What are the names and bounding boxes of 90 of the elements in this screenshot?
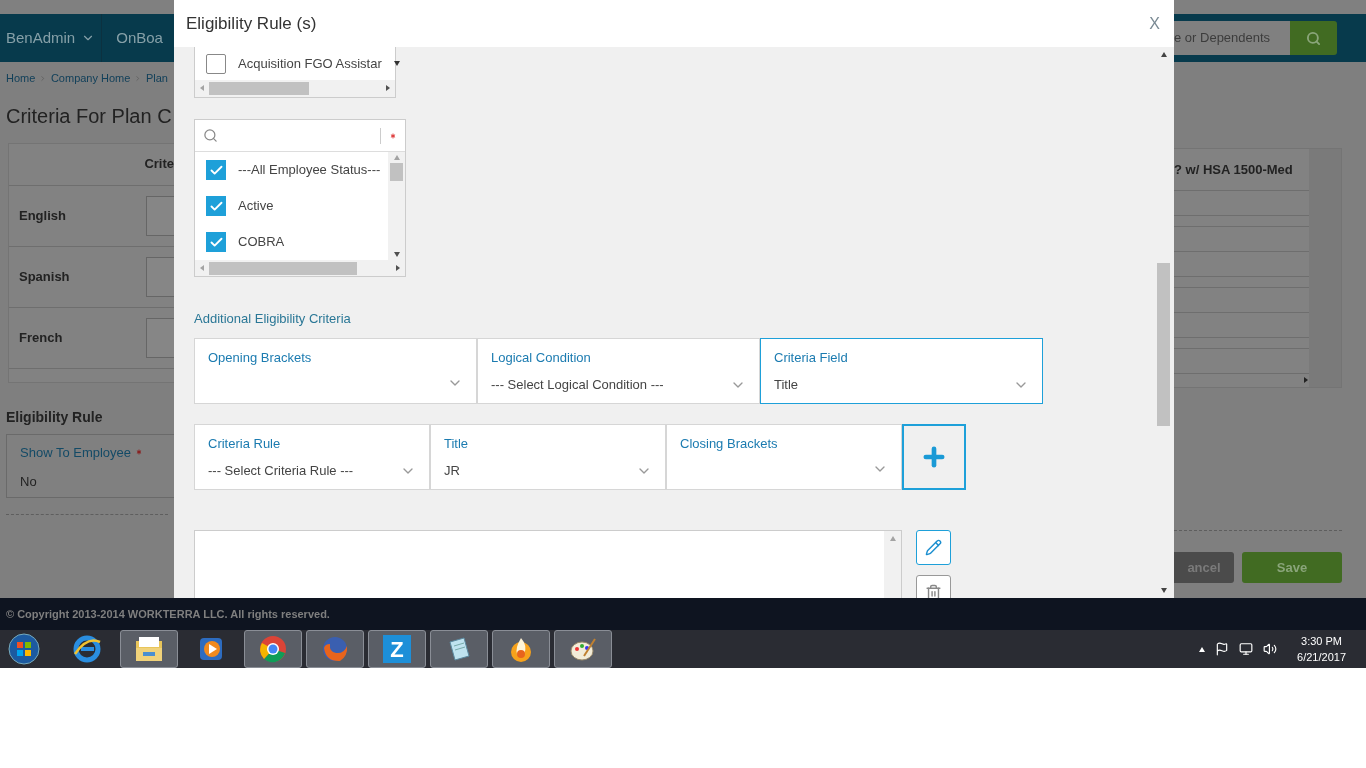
field-label: Criteria Field (774, 348, 849, 367)
field-label: Logical Condition (491, 348, 592, 367)
checkbox[interactable] (206, 53, 226, 74)
trash-icon (925, 583, 942, 598)
chrome-logo-icon (258, 634, 288, 664)
checkbox[interactable] (206, 160, 226, 180)
field-value: --- Select Criteria Rule --- (208, 462, 354, 480)
field-value: Title (774, 376, 799, 394)
list-item[interactable]: ---All Employee Status--- (238, 160, 381, 180)
down-arrow-icon[interactable] (1160, 587, 1167, 594)
close-button[interactable]: X (1149, 11, 1162, 36)
taskbar-button[interactable] (492, 630, 550, 668)
taskbar-button[interactable] (554, 630, 612, 668)
clock-date[interactable]: 6/21/2017 (1297, 649, 1346, 666)
copyright-text: © Copyright 2013-2014 WORKTERRA LLC. All rights reserved. (6, 606, 330, 622)
clock-time[interactable]: 3:30 PM (1301, 632, 1342, 649)
up-arrow-icon[interactable] (1199, 645, 1206, 653)
input-field[interactable] (146, 195, 174, 236)
right-arrow-icon[interactable] (395, 264, 401, 272)
breadcrumb-link[interactable]: Plan (145, 70, 168, 87)
select-field[interactable]: Opening Brackets (194, 337, 477, 404)
scrollbar-thumb[interactable] (390, 163, 403, 181)
flag-icon[interactable] (1215, 642, 1230, 656)
checkbox[interactable] (206, 232, 226, 252)
select-field[interactable]: Title JR (430, 423, 666, 490)
network-icon[interactable] (1239, 642, 1254, 656)
fox-globe-icon (320, 634, 350, 664)
field-label: Opening Brackets (208, 348, 313, 367)
edit-button[interactable] (916, 529, 951, 565)
breadcrumb-link[interactable]: Home (6, 70, 36, 87)
app-icon: Z (383, 635, 411, 663)
right-arrow-icon[interactable] (1303, 377, 1309, 384)
right-arrow-icon[interactable] (385, 85, 391, 92)
select-field[interactable]: Criteria Rule --- Select Criteria Rule --- (194, 423, 430, 490)
list-item[interactable]: COBRA (238, 232, 285, 252)
nav-menu[interactable]: BenAdmin (0, 14, 103, 62)
select-field[interactable]: Show To Employee No (6, 433, 174, 498)
row-label: Spanish (18, 267, 70, 286)
speaker-icon[interactable] (1263, 642, 1278, 656)
section-heading: Eligibility Rule (5, 407, 104, 427)
down-arrow-icon[interactable] (393, 60, 400, 67)
select-field[interactable]: Logical Condition --- Select Logical Condition --- (477, 337, 760, 404)
search-icon (203, 128, 218, 143)
field-label: Title (444, 434, 470, 453)
play-icon (197, 635, 225, 663)
field-label: Closing Brackets (680, 434, 779, 453)
field-label: Show To Employee (20, 443, 132, 462)
select-field[interactable]: Closing Brackets (666, 423, 902, 490)
input-field[interactable] (146, 317, 174, 358)
checkbox[interactable] (206, 196, 226, 216)
section-title: Additional Eligibility Criteria (194, 310, 352, 328)
taskbar-button[interactable]: Z (368, 630, 426, 668)
taskbar-button[interactable] (430, 630, 488, 668)
vertical-scrollbar[interactable] (388, 152, 405, 260)
row-label: French (18, 328, 63, 347)
search-icon (1306, 30, 1321, 46)
left-arrow-icon[interactable] (199, 85, 205, 92)
horizontal-scrollbar[interactable] (195, 80, 395, 97)
column-header: Crite (144, 155, 174, 174)
down-arrow-icon[interactable] (393, 251, 400, 258)
field-value: --- Select Logical Condition --- (491, 376, 664, 394)
dialog-title: Eligibility Rule (s) (186, 12, 317, 35)
search-field[interactable]: e or Dependents (1174, 21, 1290, 55)
breadcrumb-link[interactable]: Company Home (50, 70, 131, 87)
up-arrow-icon[interactable] (1160, 51, 1167, 58)
field-label: Criteria Rule (208, 434, 282, 453)
folder-icon (134, 635, 164, 663)
input-field[interactable] (146, 256, 174, 297)
add-button[interactable] (902, 423, 966, 490)
taskbar-button[interactable] (120, 630, 178, 668)
scrollbar-thumb[interactable] (209, 82, 309, 95)
left-arrow-icon[interactable] (199, 264, 205, 272)
vertical-scrollbar[interactable] (884, 530, 901, 598)
nav-menu[interactable]: OnBoa (102, 14, 163, 62)
field-value: JR (444, 462, 460, 480)
search-button[interactable] (1290, 21, 1337, 55)
column-header: ? w/ HSA 1500-Med (1174, 160, 1293, 179)
pencil-icon (925, 538, 942, 556)
field-value: No (20, 473, 38, 491)
scrollbar-thumb[interactable] (209, 261, 357, 275)
list-item[interactable]: Acquisition FGO Assistar (238, 53, 382, 74)
row-label: English (18, 206, 66, 225)
select-field[interactable]: Criteria Field Title (760, 337, 1043, 404)
list-box[interactable]: ---All Employee Status--- Active COBRA (194, 119, 406, 277)
taskbar-button[interactable] (244, 630, 302, 668)
scrollbar-thumb[interactable] (1157, 263, 1170, 426)
horizontal-scrollbar[interactable] (195, 260, 405, 276)
page-title: Criteria For Plan C (5, 103, 173, 129)
e-logo-icon (72, 634, 102, 664)
list-item[interactable]: Active (238, 196, 274, 216)
